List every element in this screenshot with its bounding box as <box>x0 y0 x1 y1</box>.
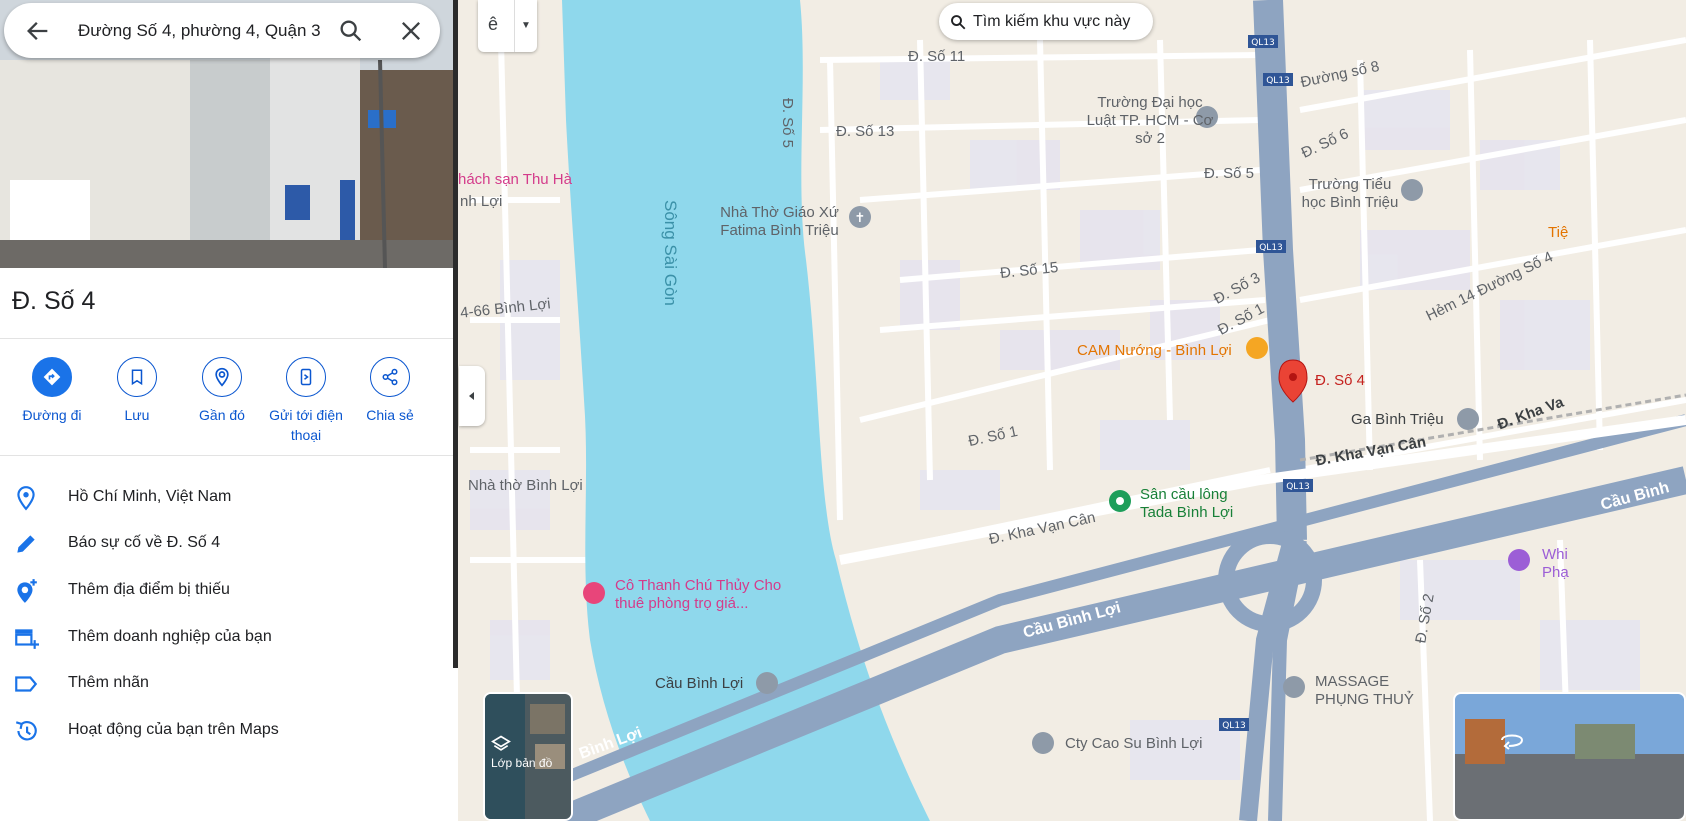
collapse-panel-button[interactable] <box>459 366 485 426</box>
layers-icon <box>491 735 511 751</box>
nearby-label: Gần đó <box>199 407 245 423</box>
divider <box>0 338 453 339</box>
poi-label[interactable]: Cầu Bình Lợi <box>655 675 743 692</box>
input-tools-button[interactable]: ê ▼ <box>478 0 537 52</box>
add-place-icon <box>17 579 37 603</box>
history-icon <box>15 721 37 741</box>
share-label: Chia sẻ <box>366 407 414 423</box>
back-arrow-icon[interactable] <box>24 17 52 45</box>
menu-item-report[interactable]: Báo sự cố về Đ. Số 4 <box>0 523 453 563</box>
menu-item-label: Thêm nhãn <box>68 674 149 691</box>
street-view-photo <box>1455 694 1684 819</box>
search-box[interactable]: Đường Số 4, phường 4, Quận 3 <box>4 3 440 58</box>
poi-label[interactable]: Trường Đại học Luật TP. HCM - Cơ sở 2 <box>1085 94 1215 148</box>
add-business-icon <box>15 629 39 649</box>
search-icon[interactable] <box>337 17 365 45</box>
menu-item-label: Thêm địa điểm bị thiếu <box>68 581 230 598</box>
bookmark-icon <box>117 357 157 397</box>
poi-label[interactable]: Nhà thờ Bình Lợi <box>468 477 583 494</box>
directions-label: Đường đi <box>22 407 82 423</box>
divider <box>0 455 453 456</box>
chevron-down-icon[interactable]: ▼ <box>521 20 531 31</box>
poi-label[interactable]: Nhà Thờ Giáo Xứ Fatima Bình Triệu <box>712 204 847 240</box>
place-title: Đ. Số 4 <box>12 287 96 315</box>
poi-label[interactable]: Whi Phạ <box>1542 546 1572 582</box>
search-this-area-label: Tìm kiếm khu vực này <box>973 13 1131 30</box>
menu-item-label: Báo sự cố về Đ. Số 4 <box>68 534 221 551</box>
label-icon <box>15 676 38 692</box>
svg-text:QL13: QL13 <box>1266 76 1290 86</box>
svg-text:QL13: QL13 <box>1286 482 1310 492</box>
share-icon <box>370 357 410 397</box>
pencil-icon <box>17 535 35 553</box>
svg-text:✝: ✝ <box>855 211 866 226</box>
directions-icon <box>32 357 72 397</box>
poi-label[interactable]: Trường Tiểu học Bình Triệu <box>1300 176 1400 212</box>
poi-label[interactable]: MASSAGE PHỤNG THUỶ <box>1315 673 1435 709</box>
search-this-area-button[interactable]: Tìm kiếm khu vực này <box>939 3 1153 40</box>
menu-item-label: Hồ Chí Minh, Việt Nam <box>68 488 232 505</box>
svg-text:QL13: QL13 <box>1251 38 1275 48</box>
send-to-phone-button[interactable]: Gửi tới điện thoại <box>264 357 348 445</box>
save-label: Lưu <box>124 407 150 423</box>
poi-label[interactable]: Ga Bình Triệu <box>1351 411 1444 428</box>
save-button[interactable]: Lưu <box>95 357 179 425</box>
selected-place-label[interactable]: Đ. Số 4 <box>1315 372 1365 389</box>
river-label: Sông Sài Gòn <box>661 200 680 306</box>
search-input[interactable]: Đường Số 4, phường 4, Quận 3 <box>78 21 322 41</box>
input-tools-label: ê <box>488 14 499 34</box>
poi-label[interactable]: CAM Nướng - Bình Lợi <box>1077 342 1232 359</box>
menu-item-label: Hoạt động của bạn trên Maps <box>68 721 279 738</box>
street-label: Đ. Số 11 <box>908 48 966 65</box>
rotate-360-icon <box>1501 734 1524 750</box>
menu-item-add-place[interactable]: Thêm địa điểm bị thiếu <box>0 570 453 610</box>
search-icon <box>951 15 966 30</box>
street-view-thumbnail[interactable] <box>1453 692 1686 821</box>
menu-item-label: Thêm doanh nghiệp của bạn <box>68 628 272 645</box>
nearby-icon <box>202 357 242 397</box>
street-label: nh Lợi <box>460 193 503 210</box>
nearby-button[interactable]: Gần đó <box>180 357 264 425</box>
svg-text:QL13: QL13 <box>1222 721 1246 731</box>
poi-label[interactable]: Sân cầu lông Tada Bình Lợi <box>1140 486 1245 522</box>
location-pin-icon <box>17 486 35 511</box>
menu-item-activity[interactable]: Hoạt động của bạn trên Maps <box>0 710 453 750</box>
street-label: Đ. Số 5 <box>1204 165 1255 182</box>
directions-button[interactable]: Đường đi <box>10 357 94 425</box>
street-label: Đ. Số 13 <box>836 123 895 140</box>
action-bar: Đường đi Lưu Gần đó Gửi tới điện thoại C… <box>0 357 453 447</box>
poi-label[interactable]: Cty Cao Su Bình Lợi <box>1065 735 1202 752</box>
menu-item-add-label[interactable]: Thêm nhãn <box>0 663 453 703</box>
layers-label: Lớp bản đồ <box>491 756 553 770</box>
place-panel: Đường Số 4, phường 4, Quận 3 Đ. Số 4 Đườ… <box>0 0 453 821</box>
close-icon[interactable] <box>397 17 425 45</box>
divider <box>514 0 515 52</box>
menu-item-address[interactable]: Hồ Chí Minh, Việt Nam <box>0 477 453 517</box>
menu-item-add-business[interactable]: Thêm doanh nghiệp của bạn <box>0 617 453 657</box>
layers-button[interactable]: Lớp bản đồ <box>483 692 573 821</box>
poi-label[interactable]: Cô Thanh Chú Thủy Cho thuê phòng trọ giá… <box>615 577 805 613</box>
share-button[interactable]: Chia sẻ <box>348 357 432 425</box>
poi-label[interactable]: hách sạn Thu Hà <box>458 171 572 188</box>
street-label: Đ. Số 5 <box>779 98 796 149</box>
svg-text:QL13: QL13 <box>1259 243 1283 253</box>
poi-label[interactable]: Tiệ <box>1548 224 1568 241</box>
send-to-phone-label: Gửi tới điện thoại <box>269 407 343 443</box>
send-to-phone-icon <box>286 357 326 397</box>
chevron-left-icon <box>469 392 474 400</box>
panel-scrollbar[interactable] <box>453 0 458 668</box>
